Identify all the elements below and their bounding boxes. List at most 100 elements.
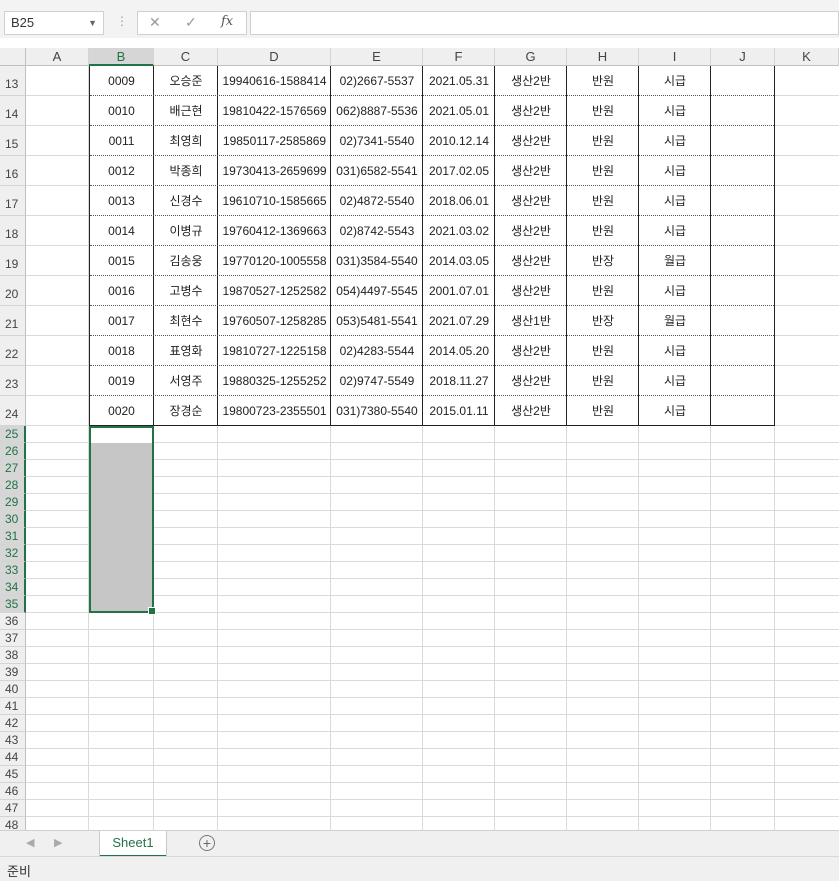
cell-f24[interactable]: 2015.01.11 — [423, 403, 495, 419]
cell-c20[interactable]: 고병수 — [154, 283, 218, 299]
row-header-31[interactable]: 31 — [0, 528, 26, 545]
row-header-43[interactable]: 43 — [0, 732, 26, 749]
row-header-45[interactable]: 45 — [0, 766, 26, 783]
cell-i17[interactable]: 시급 — [639, 193, 711, 209]
scroll-left-icon[interactable]: ◀ — [26, 836, 34, 849]
cell-f17[interactable]: 2018.06.01 — [423, 193, 495, 209]
row-header-38[interactable]: 38 — [0, 647, 26, 664]
cell-h17[interactable]: 반원 — [567, 193, 639, 209]
cell-h20[interactable]: 반원 — [567, 283, 639, 299]
cell-d19[interactable]: 19770120-1005558 — [218, 253, 331, 269]
cell-d14[interactable]: 19810422-1576569 — [218, 103, 331, 119]
cell-e17[interactable]: 02)4872-5540 — [331, 193, 423, 209]
column-header-h[interactable]: H — [567, 48, 639, 66]
cell-e18[interactable]: 02)8742-5543 — [331, 223, 423, 239]
row-header-23[interactable]: 23 — [0, 366, 26, 396]
cell-e21[interactable]: 053)5481-5541 — [331, 313, 423, 329]
column-header-j[interactable]: J — [711, 48, 775, 66]
cell-h19[interactable]: 반장 — [567, 253, 639, 269]
cell-f20[interactable]: 2001.07.01 — [423, 283, 495, 299]
row-header-20[interactable]: 20 — [0, 276, 26, 306]
cell-c17[interactable]: 신경수 — [154, 193, 218, 209]
row-header-18[interactable]: 18 — [0, 216, 26, 246]
cell-f21[interactable]: 2021.07.29 — [423, 313, 495, 329]
row-header-42[interactable]: 42 — [0, 715, 26, 732]
cell-g21[interactable]: 생산1반 — [495, 313, 567, 329]
cell-f18[interactable]: 2021.03.02 — [423, 223, 495, 239]
cell-g22[interactable]: 생산2반 — [495, 343, 567, 359]
cell-c18[interactable]: 이병규 — [154, 223, 218, 239]
cell-i13[interactable]: 시급 — [639, 73, 711, 89]
cell-d23[interactable]: 19880325-1255252 — [218, 373, 331, 389]
row-header-16[interactable]: 16 — [0, 156, 26, 186]
cell-e14[interactable]: 062)8887-5536 — [331, 103, 423, 119]
row-header-29[interactable]: 29 — [0, 494, 26, 511]
cell-g19[interactable]: 생산2반 — [495, 253, 567, 269]
row-header-33[interactable]: 33 — [0, 562, 26, 579]
cell-c19[interactable]: 김송웅 — [154, 253, 218, 269]
name-box[interactable]: B25 ▼ — [4, 11, 104, 35]
cell-c23[interactable]: 서영주 — [154, 373, 218, 389]
cell-f16[interactable]: 2017.02.05 — [423, 163, 495, 179]
row-header-32[interactable]: 32 — [0, 545, 26, 562]
row-header-21[interactable]: 21 — [0, 306, 26, 336]
cell-d15[interactable]: 19850117-2585869 — [218, 133, 331, 149]
row-header-41[interactable]: 41 — [0, 698, 26, 715]
cell-d17[interactable]: 19610710-1585665 — [218, 193, 331, 209]
row-header-28[interactable]: 28 — [0, 477, 26, 494]
cell-i22[interactable]: 시급 — [639, 343, 711, 359]
cell-b19[interactable]: 0015 — [89, 253, 154, 269]
select-all-corner[interactable] — [0, 48, 26, 66]
cell-c24[interactable]: 장경순 — [154, 403, 218, 419]
cell-b20[interactable]: 0016 — [89, 283, 154, 299]
cell-e24[interactable]: 031)7380-5540 — [331, 403, 423, 419]
cell-i21[interactable]: 월급 — [639, 313, 711, 329]
row-header-40[interactable]: 40 — [0, 681, 26, 698]
column-header-d[interactable]: D — [218, 48, 331, 66]
cell-d16[interactable]: 19730413-2659699 — [218, 163, 331, 179]
insert-function-icon[interactable]: fx — [221, 14, 233, 29]
cell-e13[interactable]: 02)2667-5537 — [331, 73, 423, 89]
cell-g24[interactable]: 생산2반 — [495, 403, 567, 419]
column-header-e[interactable]: E — [331, 48, 423, 66]
cell-h14[interactable]: 반원 — [567, 103, 639, 119]
cell-h21[interactable]: 반장 — [567, 313, 639, 329]
cell-b21[interactable]: 0017 — [89, 313, 154, 329]
cell-f22[interactable]: 2014.05.20 — [423, 343, 495, 359]
cell-f13[interactable]: 2021.05.31 — [423, 73, 495, 89]
cell-d22[interactable]: 19810727-1225158 — [218, 343, 331, 359]
cell-b13[interactable]: 0009 — [89, 73, 154, 89]
cell-b24[interactable]: 0020 — [89, 403, 154, 419]
row-header-47[interactable]: 47 — [0, 800, 26, 817]
cell-i15[interactable]: 시급 — [639, 133, 711, 149]
cell-f14[interactable]: 2021.05.01 — [423, 103, 495, 119]
cell-h23[interactable]: 반원 — [567, 373, 639, 389]
cell-e15[interactable]: 02)7341-5540 — [331, 133, 423, 149]
cell-g17[interactable]: 생산2반 — [495, 193, 567, 209]
row-header-39[interactable]: 39 — [0, 664, 26, 681]
row-header-22[interactable]: 22 — [0, 336, 26, 366]
row-header-15[interactable]: 15 — [0, 126, 26, 156]
cell-e16[interactable]: 031)6582-5541 — [331, 163, 423, 179]
cell-d20[interactable]: 19870527-1252582 — [218, 283, 331, 299]
column-header-b[interactable]: B — [89, 48, 154, 66]
cell-g23[interactable]: 생산2반 — [495, 373, 567, 389]
active-cell[interactable] — [91, 428, 152, 443]
column-header-f[interactable]: F — [423, 48, 495, 66]
cell-g20[interactable]: 생산2반 — [495, 283, 567, 299]
cell-g18[interactable]: 생산2반 — [495, 223, 567, 239]
cell-i24[interactable]: 시급 — [639, 403, 711, 419]
row-header-30[interactable]: 30 — [0, 511, 26, 528]
row-header-25[interactable]: 25 — [0, 426, 26, 443]
cell-h15[interactable]: 반원 — [567, 133, 639, 149]
row-header-17[interactable]: 17 — [0, 186, 26, 216]
row-header-26[interactable]: 26 — [0, 443, 26, 460]
scroll-right-icon[interactable]: ▶ — [54, 836, 62, 849]
cell-h22[interactable]: 반원 — [567, 343, 639, 359]
selection-range[interactable] — [89, 426, 156, 615]
row-header-13[interactable]: 13 — [0, 66, 26, 96]
row-header-27[interactable]: 27 — [0, 460, 26, 477]
cell-i16[interactable]: 시급 — [639, 163, 711, 179]
row-header-34[interactable]: 34 — [0, 579, 26, 596]
column-header-c[interactable]: C — [154, 48, 218, 66]
